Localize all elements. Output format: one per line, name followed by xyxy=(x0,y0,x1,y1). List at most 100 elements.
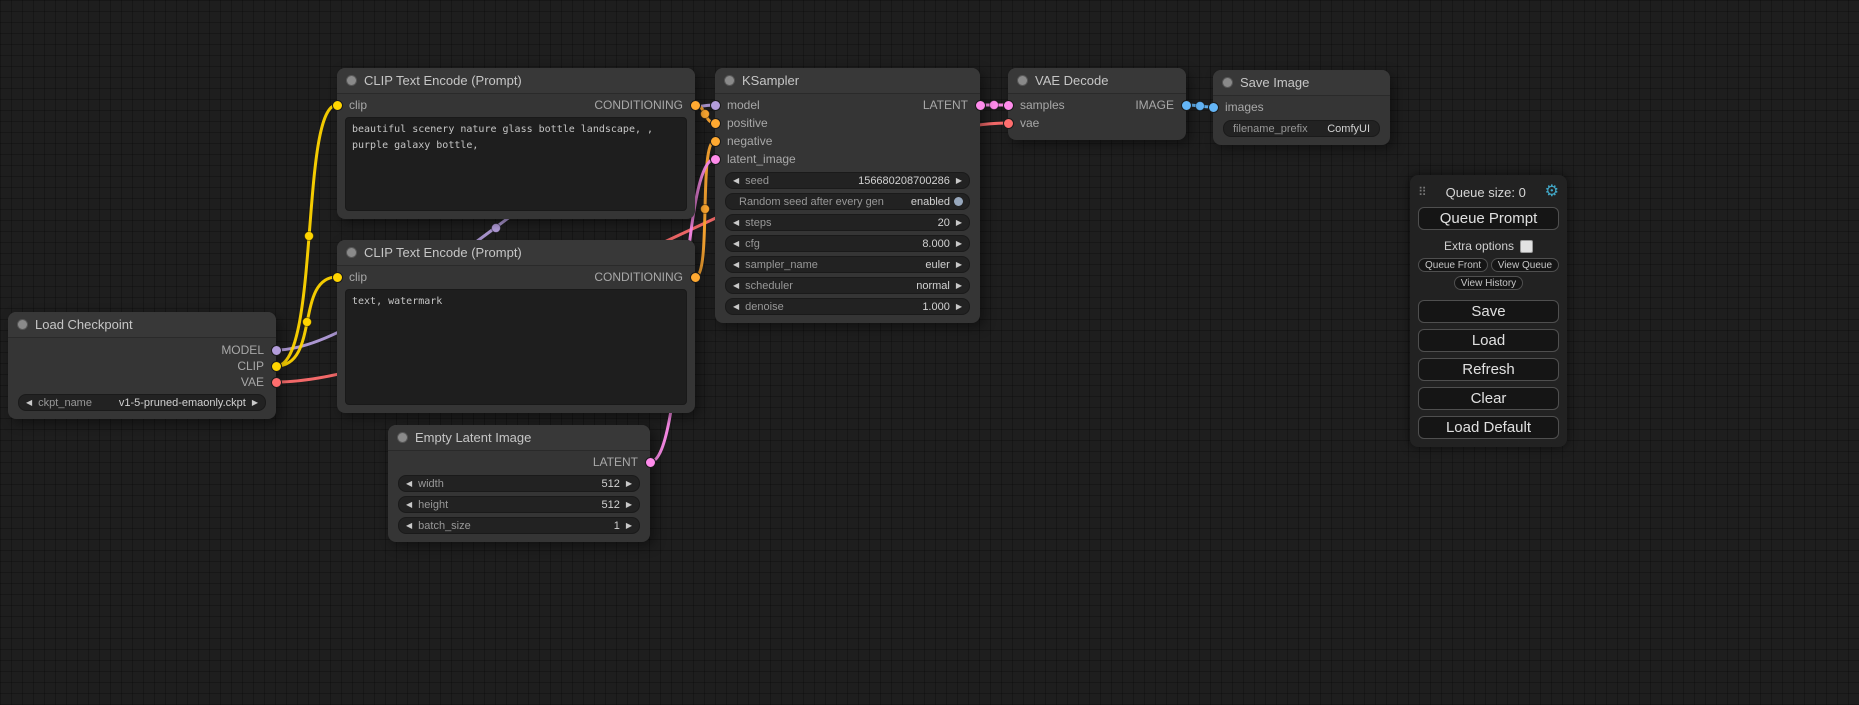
node-load-checkpoint[interactable]: Load Checkpoint MODEL CLIP VAE ◀ ckpt_na… xyxy=(8,312,276,419)
node-header[interactable]: Load Checkpoint xyxy=(8,312,276,338)
collapse-dot-icon[interactable] xyxy=(347,76,356,85)
positive-prompt-textarea[interactable]: beautiful scenery nature glass bottle la… xyxy=(345,117,687,211)
widget-cfg[interactable]: ◀ cfg 8.000 ▶ xyxy=(725,235,970,252)
node-title: CLIP Text Encode (Prompt) xyxy=(364,245,522,260)
output-label: CLIP xyxy=(237,359,264,373)
node-empty-latent-image[interactable]: Empty Latent Image LATENT ◀ width 512 ▶ … xyxy=(388,425,650,542)
increment-icon[interactable]: ▶ xyxy=(624,501,634,509)
widget-height[interactable]: ◀ height 512 ▶ xyxy=(398,496,640,513)
widget-width[interactable]: ◀ width 512 ▶ xyxy=(398,475,640,492)
output-port-model[interactable] xyxy=(271,345,282,356)
widget-filename-prefix[interactable]: filename_prefix ComfyUI xyxy=(1223,120,1380,137)
node-header[interactable]: KSampler xyxy=(715,68,980,94)
node-header[interactable]: Save Image xyxy=(1213,70,1390,96)
decrement-icon[interactable]: ◀ xyxy=(24,399,34,407)
decrement-icon[interactable]: ◀ xyxy=(404,480,414,488)
input-port-negative[interactable] xyxy=(710,136,721,147)
increment-icon[interactable]: ▶ xyxy=(624,480,634,488)
save-button[interactable]: Save xyxy=(1418,300,1559,323)
increment-icon[interactable]: ▶ xyxy=(624,522,634,530)
input-port-clip[interactable] xyxy=(332,100,343,111)
collapse-dot-icon[interactable] xyxy=(1018,76,1027,85)
queue-front-button[interactable]: Queue Front xyxy=(1418,258,1488,272)
load-default-button[interactable]: Load Default xyxy=(1418,416,1559,439)
output-port-conditioning[interactable] xyxy=(690,272,701,283)
collapse-dot-icon[interactable] xyxy=(18,320,27,329)
output-port-vae[interactable] xyxy=(271,377,282,388)
extra-options-checkbox[interactable] xyxy=(1520,240,1533,253)
input-port-samples[interactable] xyxy=(1003,100,1014,111)
link-midpoint-dot xyxy=(492,224,501,233)
settings-gear-icon[interactable]: ⚙ xyxy=(1545,184,1559,200)
node-header[interactable]: Empty Latent Image xyxy=(388,425,650,451)
clear-button[interactable]: Clear xyxy=(1418,387,1559,410)
node-clip-text-encode-negative[interactable]: CLIP Text Encode (Prompt) clip CONDITION… xyxy=(337,240,695,413)
output-port-latent[interactable] xyxy=(645,457,656,468)
input-port-latent-image[interactable] xyxy=(710,154,721,165)
output-label: LATENT xyxy=(593,455,638,469)
increment-icon[interactable]: ▶ xyxy=(954,219,964,227)
decrement-icon[interactable]: ◀ xyxy=(731,219,741,227)
input-port-vae[interactable] xyxy=(1003,118,1014,129)
widget-value: euler xyxy=(925,259,949,271)
input-port-positive[interactable] xyxy=(710,118,721,129)
widget-random-seed-toggle[interactable]: Random seed after every gen enabled xyxy=(725,193,970,210)
widget-name: denoise xyxy=(745,301,784,313)
widget-batch-size[interactable]: ◀ batch_size 1 ▶ xyxy=(398,517,640,534)
widget-ckpt-name[interactable]: ◀ ckpt_name v1-5-pruned-emaonly.ckpt ▶ xyxy=(18,394,266,411)
refresh-button[interactable]: Refresh xyxy=(1418,358,1559,381)
decrement-icon[interactable]: ◀ xyxy=(731,177,741,185)
decrement-icon[interactable]: ◀ xyxy=(731,303,741,311)
increment-icon[interactable]: ▶ xyxy=(954,177,964,185)
node-header[interactable]: CLIP Text Encode (Prompt) xyxy=(337,68,695,94)
output-port-latent[interactable] xyxy=(975,100,986,111)
widget-steps[interactable]: ◀ steps 20 ▶ xyxy=(725,214,970,231)
decrement-icon[interactable]: ◀ xyxy=(404,522,414,530)
drag-handle-icon[interactable]: ⠿ xyxy=(1418,185,1427,199)
widget-scheduler[interactable]: ◀ scheduler normal ▶ xyxy=(725,277,970,294)
queue-prompt-button[interactable]: Queue Prompt xyxy=(1418,207,1559,230)
output-label: CONDITIONING xyxy=(594,270,683,284)
collapse-dot-icon[interactable] xyxy=(398,433,407,442)
output-port-image[interactable] xyxy=(1181,100,1192,111)
input-label: clip xyxy=(349,98,367,112)
widget-denoise[interactable]: ◀ denoise 1.000 ▶ xyxy=(725,298,970,315)
node-save-image[interactable]: Save Image images filename_prefix ComfyU… xyxy=(1213,70,1390,145)
queue-size-label: Queue size: 0 xyxy=(1427,185,1545,200)
increment-icon[interactable]: ▶ xyxy=(954,282,964,290)
decrement-icon[interactable]: ◀ xyxy=(731,261,741,269)
link-midpoint-dot xyxy=(305,232,314,241)
input-port-clip[interactable] xyxy=(332,272,343,283)
view-history-button[interactable]: View History xyxy=(1454,276,1523,290)
output-port-conditioning[interactable] xyxy=(690,100,701,111)
widget-seed[interactable]: ◀ seed 156680208700286 ▶ xyxy=(725,172,970,189)
increment-icon[interactable]: ▶ xyxy=(954,261,964,269)
node-graph-canvas[interactable]: Load Checkpoint MODEL CLIP VAE ◀ ckpt_na… xyxy=(0,0,1859,705)
decrement-icon[interactable]: ◀ xyxy=(404,501,414,509)
collapse-dot-icon[interactable] xyxy=(1223,78,1232,87)
node-clip-text-encode-positive[interactable]: CLIP Text Encode (Prompt) clip CONDITION… xyxy=(337,68,695,219)
widget-name: scheduler xyxy=(745,280,793,292)
link-midpoint-dot xyxy=(701,110,710,119)
input-port-images[interactable] xyxy=(1208,102,1219,113)
increment-icon[interactable]: ▶ xyxy=(250,399,260,407)
increment-icon[interactable]: ▶ xyxy=(954,240,964,248)
input-port-model[interactable] xyxy=(710,100,721,111)
view-queue-button[interactable]: View Queue xyxy=(1491,258,1559,272)
node-header[interactable]: CLIP Text Encode (Prompt) xyxy=(337,240,695,266)
load-button[interactable]: Load xyxy=(1418,329,1559,352)
node-title: Save Image xyxy=(1240,75,1309,90)
node-header[interactable]: VAE Decode xyxy=(1008,68,1186,94)
collapse-dot-icon[interactable] xyxy=(347,248,356,257)
decrement-icon[interactable]: ◀ xyxy=(731,282,741,290)
negative-prompt-textarea[interactable]: text, watermark xyxy=(345,289,687,405)
node-ksampler[interactable]: KSampler model LATENT positive negative … xyxy=(715,68,980,323)
widget-name: sampler_name xyxy=(745,259,818,271)
widget-sampler-name[interactable]: ◀ sampler_name euler ▶ xyxy=(725,256,970,273)
output-port-clip[interactable] xyxy=(271,361,282,372)
increment-icon[interactable]: ▶ xyxy=(954,303,964,311)
decrement-icon[interactable]: ◀ xyxy=(731,240,741,248)
node-vae-decode[interactable]: VAE Decode samples IMAGE vae xyxy=(1008,68,1186,140)
widget-value: 156680208700286 xyxy=(858,175,950,187)
collapse-dot-icon[interactable] xyxy=(725,76,734,85)
